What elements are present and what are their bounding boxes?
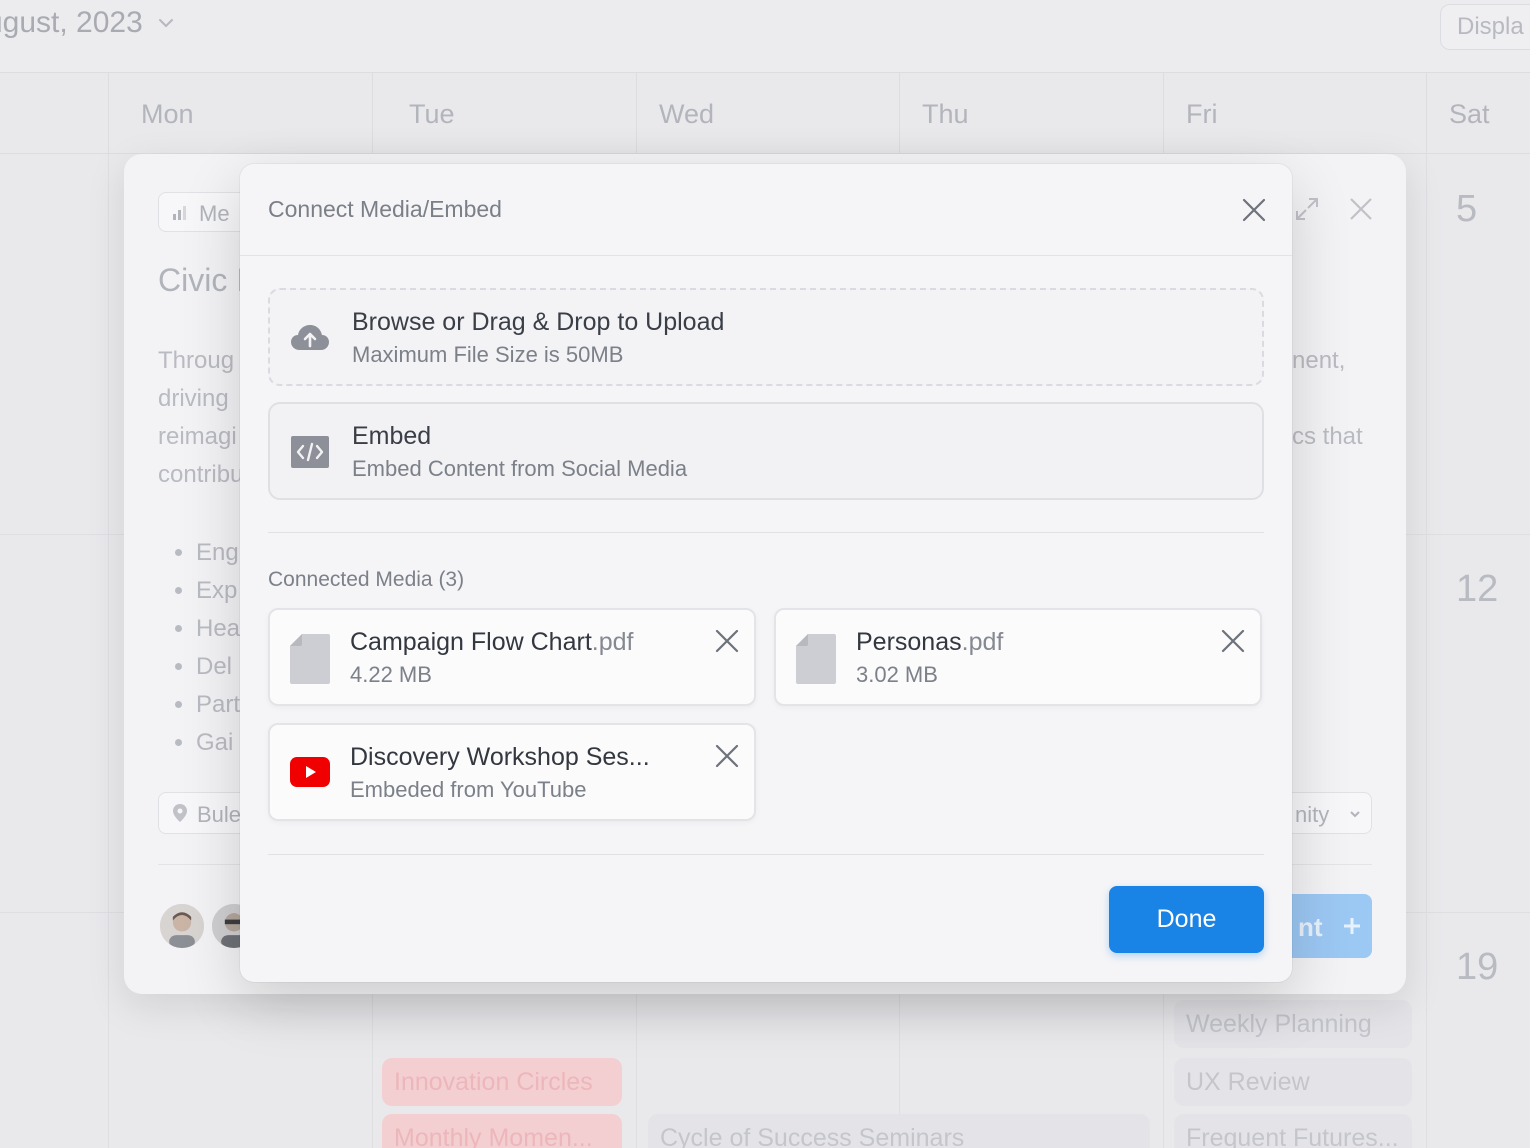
list-item: Del [196, 648, 240, 686]
event-chip[interactable]: Monthly Momen... [382, 1114, 622, 1148]
event-chip[interactable]: UX Review [1174, 1058, 1412, 1106]
close-icon[interactable] [1240, 196, 1268, 224]
date-number: 19 [1456, 946, 1499, 988]
bar-chart-icon [173, 206, 186, 220]
event-description-right: nent, cs that [1292, 342, 1363, 456]
description-line: cs that [1292, 423, 1363, 450]
weekday-spacer [0, 73, 108, 155]
media-name: Discovery Workshop Ses... [350, 743, 650, 771]
event-title: Civic I [158, 262, 246, 298]
connected-media-heading: Connected Media (3) [268, 568, 465, 591]
weekday-header-row: Mon Tue Wed Thu Fri Sat [0, 72, 1530, 155]
weekday-fri: Fri [1163, 73, 1426, 155]
modal-header: Connect Media/Embed [240, 164, 1292, 256]
remove-icon[interactable] [714, 628, 740, 654]
location-label: Bule [197, 802, 242, 827]
list-item: Exp [196, 572, 240, 610]
divider [268, 532, 1264, 533]
grid-line [1426, 154, 1427, 1148]
event-chip[interactable]: Weekly Planning [1174, 1000, 1412, 1048]
cloud-upload-icon [291, 325, 329, 350]
description-line: reimagi [158, 423, 237, 450]
plus-icon [1344, 918, 1360, 934]
event-description: Throug driving reimagi contribu [158, 342, 243, 494]
media-name: Personas.pdf [856, 628, 1003, 657]
media-size: 3.02 MB [856, 662, 938, 687]
event-bullet-list: Eng Exp Hea Del Part Gai [174, 534, 240, 762]
modal-title: Connect Media/Embed [268, 196, 502, 222]
embed-title: Embed [352, 422, 432, 450]
list-item: Gai [196, 724, 240, 762]
list-item: Eng [196, 534, 240, 572]
date-number: 5 [1456, 188, 1478, 230]
submit-label: nt [1298, 912, 1323, 942]
media-source: Embeded from YouTube [350, 777, 587, 802]
expand-icon[interactable] [1294, 196, 1320, 222]
remove-icon[interactable] [714, 743, 740, 769]
media-item[interactable]: Discovery Workshop Ses... Embeded from Y… [268, 723, 756, 821]
date-number: 12 [1456, 568, 1499, 610]
weekday-thu: Thu [899, 73, 1163, 155]
media-item[interactable]: Campaign Flow Chart.pdf 4.22 MB [268, 608, 756, 706]
embed-option[interactable]: Embed Embed Content from Social Media [268, 402, 1264, 500]
description-line: contribu [158, 461, 244, 488]
media-name: Campaign Flow Chart.pdf [350, 628, 633, 657]
description-line: driving [158, 385, 229, 412]
chevron-down-icon [1350, 811, 1360, 818]
file-extension: .pdf [961, 628, 1004, 656]
description-line: Throug [158, 347, 235, 374]
avatar[interactable] [158, 902, 206, 950]
description-line [1292, 380, 1363, 418]
file-icon [796, 634, 836, 684]
display-button[interactable]: Displa [1440, 4, 1530, 50]
divider [268, 854, 1264, 855]
calendar-header: ugust, 2023 Displa [0, 0, 1530, 72]
weekday-wed: Wed [636, 73, 899, 155]
upload-dropzone[interactable]: Browse or Drag & Drop to Upload Maximum … [268, 288, 1264, 386]
event-type-label: Me [199, 201, 230, 226]
list-item: Hea [196, 610, 240, 648]
grid-line [108, 154, 109, 1148]
category-label: nity [1295, 802, 1330, 827]
month-label: ugust, 2023 [0, 6, 143, 39]
close-icon[interactable] [1348, 196, 1374, 222]
weekday-tue: Tue [372, 73, 636, 155]
event-chip[interactable]: Frequent Futures... [1174, 1114, 1412, 1148]
list-item: Part [196, 686, 240, 724]
remove-icon[interactable] [1220, 628, 1246, 654]
media-item[interactable]: Personas.pdf 3.02 MB [774, 608, 1262, 706]
event-chip[interactable]: Cycle of Success Seminars [648, 1114, 1150, 1148]
file-extension: .pdf [591, 628, 634, 656]
media-size: 4.22 MB [350, 662, 432, 687]
file-basename: Campaign Flow Chart [350, 628, 592, 656]
avatar-image [160, 904, 204, 948]
code-embed-icon [291, 436, 329, 468]
description-line: nent, [1292, 347, 1346, 374]
youtube-icon [290, 757, 330, 787]
done-button[interactable]: Done [1109, 886, 1264, 953]
weekday-sat: Sat [1426, 73, 1530, 155]
weekday-mon: Mon [108, 73, 372, 155]
month-selector[interactable]: ugust, 2023 [0, 6, 175, 40]
upload-title: Browse or Drag & Drop to Upload [352, 308, 725, 336]
file-icon [290, 634, 330, 684]
event-chip[interactable]: Innovation Circles [382, 1058, 622, 1106]
embed-subtitle: Embed Content from Social Media [352, 456, 688, 481]
upload-subtitle: Maximum File Size is 50MB [352, 342, 624, 367]
location-pin-icon [173, 804, 187, 822]
chevron-down-icon [158, 19, 173, 28]
connect-media-modal: Connect Media/Embed Browse or Drag & Dro… [240, 164, 1292, 982]
file-basename: Personas [856, 628, 962, 656]
